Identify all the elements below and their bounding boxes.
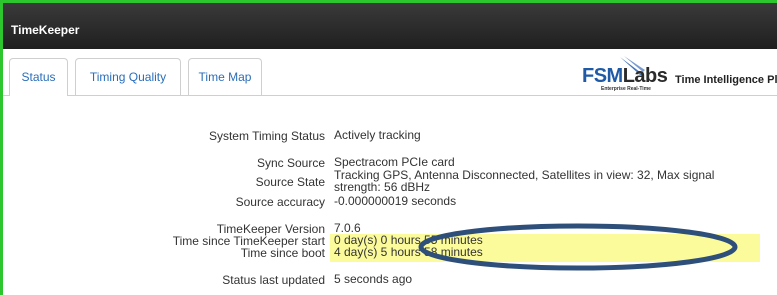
fsmlabs-brand: FSMLabs Enterprise Real-Time Time Intell… — [563, 55, 777, 95]
status-last-updated-value: 5 seconds ago — [334, 272, 413, 286]
time-since-boot-label: Time since boot — [240, 246, 325, 260]
fsmlabs-logo: FSMLabs — [582, 65, 668, 88]
sync-source-label: Sync Source — [256, 156, 325, 170]
sync-source-value: Spectracom PCIe card — [334, 155, 455, 169]
logo-fsm: FSM — [582, 65, 623, 87]
tab-time-map[interactable]: Time Map — [188, 58, 262, 95]
source-accuracy-value: -0.000000019 seconds — [334, 194, 457, 208]
system-timing-status-label: System Timing Status — [208, 129, 325, 143]
status-last-updated-label: Status last updated — [222, 273, 325, 287]
system-timing-status-value: Actively tracking — [334, 128, 421, 142]
source-state-label: Source State — [255, 175, 325, 189]
title-bar: TimeKeeper — [3, 3, 777, 49]
source-accuracy-label: Source accuracy — [235, 195, 325, 209]
annotation-ellipse — [418, 223, 738, 271]
tab-timing-quality[interactable]: Timing Quality — [75, 58, 181, 95]
logo-tagline: Enterprise Real-Time — [601, 86, 651, 92]
platform-title: Time Intelligence Platform — [675, 74, 777, 86]
tab-status[interactable]: Status — [9, 58, 68, 96]
app-title: TimeKeeper — [11, 23, 80, 37]
logo-labs: Labs — [622, 65, 668, 87]
source-state-value: Tracking GPS, Antenna Disconnected, Sate… — [334, 168, 715, 194]
